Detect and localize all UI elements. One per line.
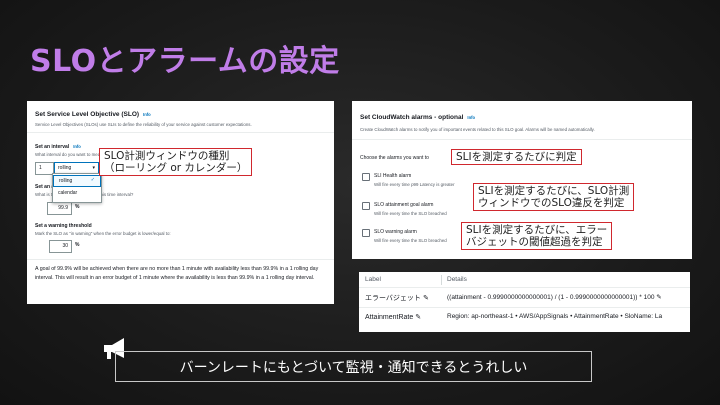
- choose-alarms-label: Choose the alarms you want to: [360, 155, 429, 161]
- slo-warning-hint: Will fire every time the SLO breached: [374, 238, 447, 243]
- warning-label: Set a warning threshold: [35, 223, 92, 229]
- slo-heading: Set Service Level Objective (SLO) Info: [35, 111, 151, 118]
- alarms-heading: Set CloudWatch alarms - optional Info: [360, 114, 476, 121]
- labels-table-panel: Label Details エラーバジェット ✎ ((attainment - …: [359, 272, 690, 332]
- warning-unit: %: [75, 242, 80, 248]
- interval-dropdown-menu: rolling ✓ calendar: [52, 173, 102, 203]
- slo-warning-label: SLO warning alarm: [374, 229, 417, 235]
- summary-banner: バーンレートにもとづいて監視・通知できるとうれしい: [115, 351, 592, 382]
- table-row-details: ((attainment - 0.9990000000000001) / (1 …: [447, 294, 662, 301]
- check-icon: ✓: [90, 177, 95, 183]
- slide-title: SLOとアラームの設定: [30, 44, 340, 79]
- details-column-header: Details: [447, 276, 467, 283]
- slo-description: Service Level Objectives (SLOs) use SLIs…: [35, 122, 252, 127]
- slo-attainment-hint: Will fire every time the SLO breached: [374, 211, 447, 216]
- sli-health-label: SLI Health alarm: [374, 173, 412, 179]
- goal-unit: %: [75, 204, 80, 210]
- info-link[interactable]: Info: [467, 115, 475, 120]
- goal-input[interactable]: 99.9: [47, 202, 72, 215]
- info-link[interactable]: Info: [73, 144, 81, 149]
- interval-label: Set an interval Info: [35, 144, 81, 150]
- slo-settings-panel: Set Service Level Objective (SLO) Info Se…: [27, 101, 334, 304]
- table-row-label: AttainmentRate ✎: [365, 314, 422, 321]
- pencil-icon[interactable]: ✎: [656, 294, 661, 301]
- callout-interval-type: SLO計測ウィンドウの種別 （ローリング or カレンダー）: [99, 148, 253, 176]
- warning-hint: Mark the SLO as "in warning" when the er…: [35, 231, 171, 236]
- info-link[interactable]: Info: [143, 112, 151, 117]
- slo-warning-checkbox[interactable]: [362, 229, 370, 237]
- pencil-icon[interactable]: ✎: [415, 314, 421, 321]
- sli-health-checkbox[interactable]: [362, 173, 370, 181]
- table-row-label: エラーバジェット ✎: [365, 294, 430, 302]
- pencil-icon[interactable]: ✎: [423, 294, 429, 302]
- slo-attainment-checkbox[interactable]: [362, 202, 370, 210]
- table-row-details: Region: ap-northeast-1 • AWS/AppSignals …: [447, 313, 663, 320]
- warning-input[interactable]: 30: [49, 240, 72, 253]
- callout-attainment-alarm: SLIを測定するたびに、SLO計測 ウィンドウでのSLO違反を判定: [473, 183, 635, 211]
- label-column-header: Label: [365, 276, 381, 283]
- callout-warning-alarm: SLIを測定するたびに、エラー バジェットの閾値超過を判定: [461, 222, 613, 250]
- dropdown-option-rolling[interactable]: rolling ✓: [53, 175, 101, 187]
- slo-attainment-label: SLO attainment goal alarm: [374, 202, 434, 208]
- dropdown-option-calendar[interactable]: calendar: [58, 190, 77, 196]
- sli-health-hint: Will fire every time p99 Latency is grea…: [374, 182, 455, 187]
- callout-health-alarm: SLIを測定するたびに判定: [451, 149, 582, 165]
- alarms-description: Create CloudWatch alarms to notify you o…: [360, 127, 595, 132]
- slo-summary: A goal of 99.9% will be achieved when th…: [35, 266, 319, 281]
